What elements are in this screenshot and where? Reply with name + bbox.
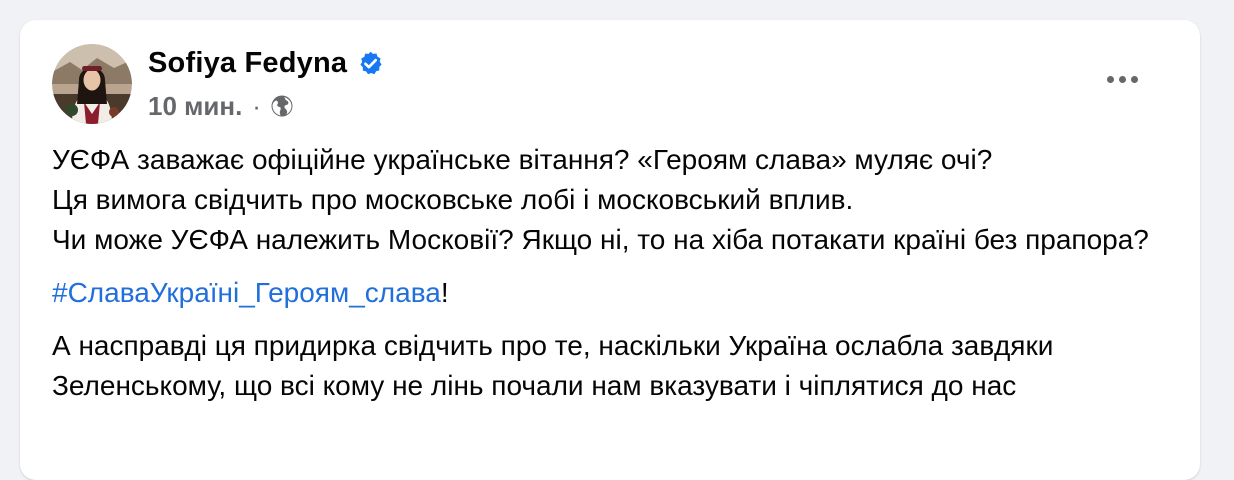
- hashtag-link[interactable]: #СлаваУкраїні_Героям_слава: [52, 277, 441, 308]
- post-timestamp[interactable]: 10 мин.: [148, 91, 242, 122]
- avatar[interactable]: [52, 44, 132, 124]
- post-body: УЄФА заважає офіційне українське вітання…: [52, 140, 1172, 406]
- post-paragraph-2: #СлаваУкраїні_Героям_слава!: [52, 273, 1172, 313]
- post-card: Sofiya Fedyna 10 мин. · УЄФА заважає офі…: [20, 20, 1200, 480]
- separator-dot: ·: [252, 90, 261, 121]
- more-dot: [1106, 75, 1114, 83]
- more-dot: [1118, 75, 1126, 83]
- post-line: Чи може УЄФА належить Московії? Якщо ні,…: [52, 224, 1149, 255]
- post-line: УЄФА заважає офіційне українське вітання…: [52, 144, 993, 175]
- author-row: Sofiya Fedyna: [148, 45, 384, 81]
- post-line: Ця вимога свідчить про московське лобі і…: [52, 184, 854, 215]
- post-paragraph-1: УЄФА заважає офіційне українське вітання…: [52, 140, 1172, 260]
- post-header: Sofiya Fedyna 10 мин. ·: [52, 44, 384, 124]
- post-meta: Sofiya Fedyna 10 мин. ·: [148, 45, 384, 123]
- more-dot: [1130, 75, 1138, 83]
- hashtag-suffix: !: [440, 277, 449, 308]
- post-subtitle: 10 мин. ·: [148, 89, 384, 123]
- more-options-button[interactable]: [1092, 64, 1152, 94]
- globe-icon[interactable]: [270, 94, 294, 118]
- post-paragraph-3: А насправді ця придирка свідчить про те,…: [52, 330, 1054, 401]
- verified-badge-icon: [360, 51, 382, 74]
- author-name[interactable]: Sofiya Fedyna: [148, 47, 347, 80]
